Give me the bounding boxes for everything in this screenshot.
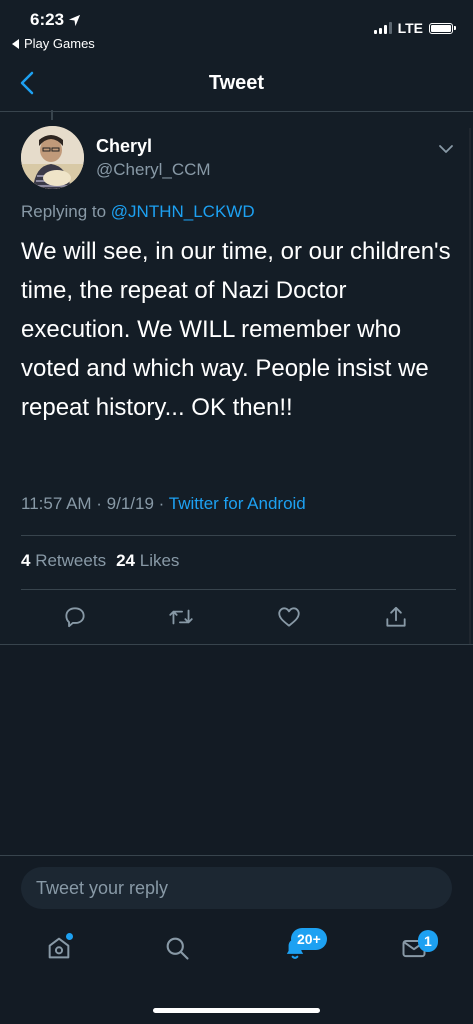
tab-messages[interactable]: 1	[396, 930, 438, 966]
reply-icon	[65, 607, 85, 628]
replying-prefix: Replying to	[21, 202, 107, 221]
back-triangle-icon	[12, 38, 19, 49]
location-arrow-icon	[68, 14, 81, 26]
stats-divider-bottom	[21, 589, 456, 590]
tab-notifications[interactable]: 20+	[277, 928, 327, 966]
avatar-photo-icon	[21, 126, 84, 189]
status-indicators: LTE	[373, 20, 456, 36]
composer-divider	[0, 855, 473, 856]
network-label: LTE	[397, 20, 423, 36]
header-divider	[0, 111, 473, 112]
author-name[interactable]: Cheryl	[96, 136, 152, 157]
thread-connector-line	[51, 110, 53, 120]
tweet-stats: 4 Retweets 24 Likes	[21, 551, 179, 571]
page-title: Tweet	[208, 72, 265, 94]
tweet-actions	[0, 600, 473, 636]
bottom-tab-bar: 20+ 1	[0, 920, 473, 980]
heart-icon	[278, 607, 300, 627]
share-icon	[386, 606, 406, 627]
tweet-text: We will see, in our time, or our childre…	[21, 238, 451, 421]
retweets-label: Retweets	[35, 551, 107, 570]
back-app-label: Play Games	[24, 36, 95, 51]
retweets-stat[interactable]: 4 Retweets	[21, 551, 106, 571]
tab-home[interactable]	[41, 930, 77, 966]
retweet-icon	[169, 609, 193, 625]
likes-label: Likes	[139, 551, 180, 570]
tweet-source-link[interactable]: Twitter for Android	[169, 494, 306, 513]
battery-icon	[429, 22, 456, 34]
home-indicator[interactable]	[153, 1008, 320, 1013]
retweets-count: 4	[21, 551, 31, 570]
likes-count: 24	[116, 551, 135, 570]
replying-to: Replying to @JNTHN_LCKWD	[21, 202, 255, 222]
mention-link[interactable]: @JNTHN_LCKWD	[111, 202, 255, 221]
home-unread-dot	[66, 933, 73, 940]
tweet-timestamp: 11:57 AM · 9/1/19 ·	[21, 494, 169, 513]
status-time: 6:23	[30, 10, 81, 30]
chevron-down-icon	[439, 145, 453, 153]
stats-divider-top	[21, 535, 456, 536]
retweet-button[interactable]	[166, 600, 196, 634]
status-time-label: 6:23	[30, 10, 65, 29]
reply-button[interactable]	[60, 600, 90, 634]
tab-search[interactable]	[159, 930, 195, 966]
tweet-options-button[interactable]	[435, 138, 457, 160]
notifications-badge: 20+	[291, 928, 327, 950]
like-button[interactable]	[274, 600, 304, 634]
reply-placeholder: Tweet your reply	[36, 877, 169, 898]
share-button[interactable]	[381, 600, 411, 634]
reply-input[interactable]: Tweet your reply	[21, 867, 452, 909]
author-handle[interactable]: @Cheryl_CCM	[96, 160, 211, 180]
avatar[interactable]	[21, 126, 84, 189]
search-icon	[166, 937, 189, 960]
back-to-app-link[interactable]: Play Games	[12, 36, 95, 51]
tweet-meta: 11:57 AM · 9/1/19 · Twitter for Android	[21, 494, 306, 514]
likes-stat[interactable]: 24 Likes	[116, 551, 179, 571]
messages-badge: 1	[418, 930, 438, 952]
signal-icon	[373, 22, 392, 34]
